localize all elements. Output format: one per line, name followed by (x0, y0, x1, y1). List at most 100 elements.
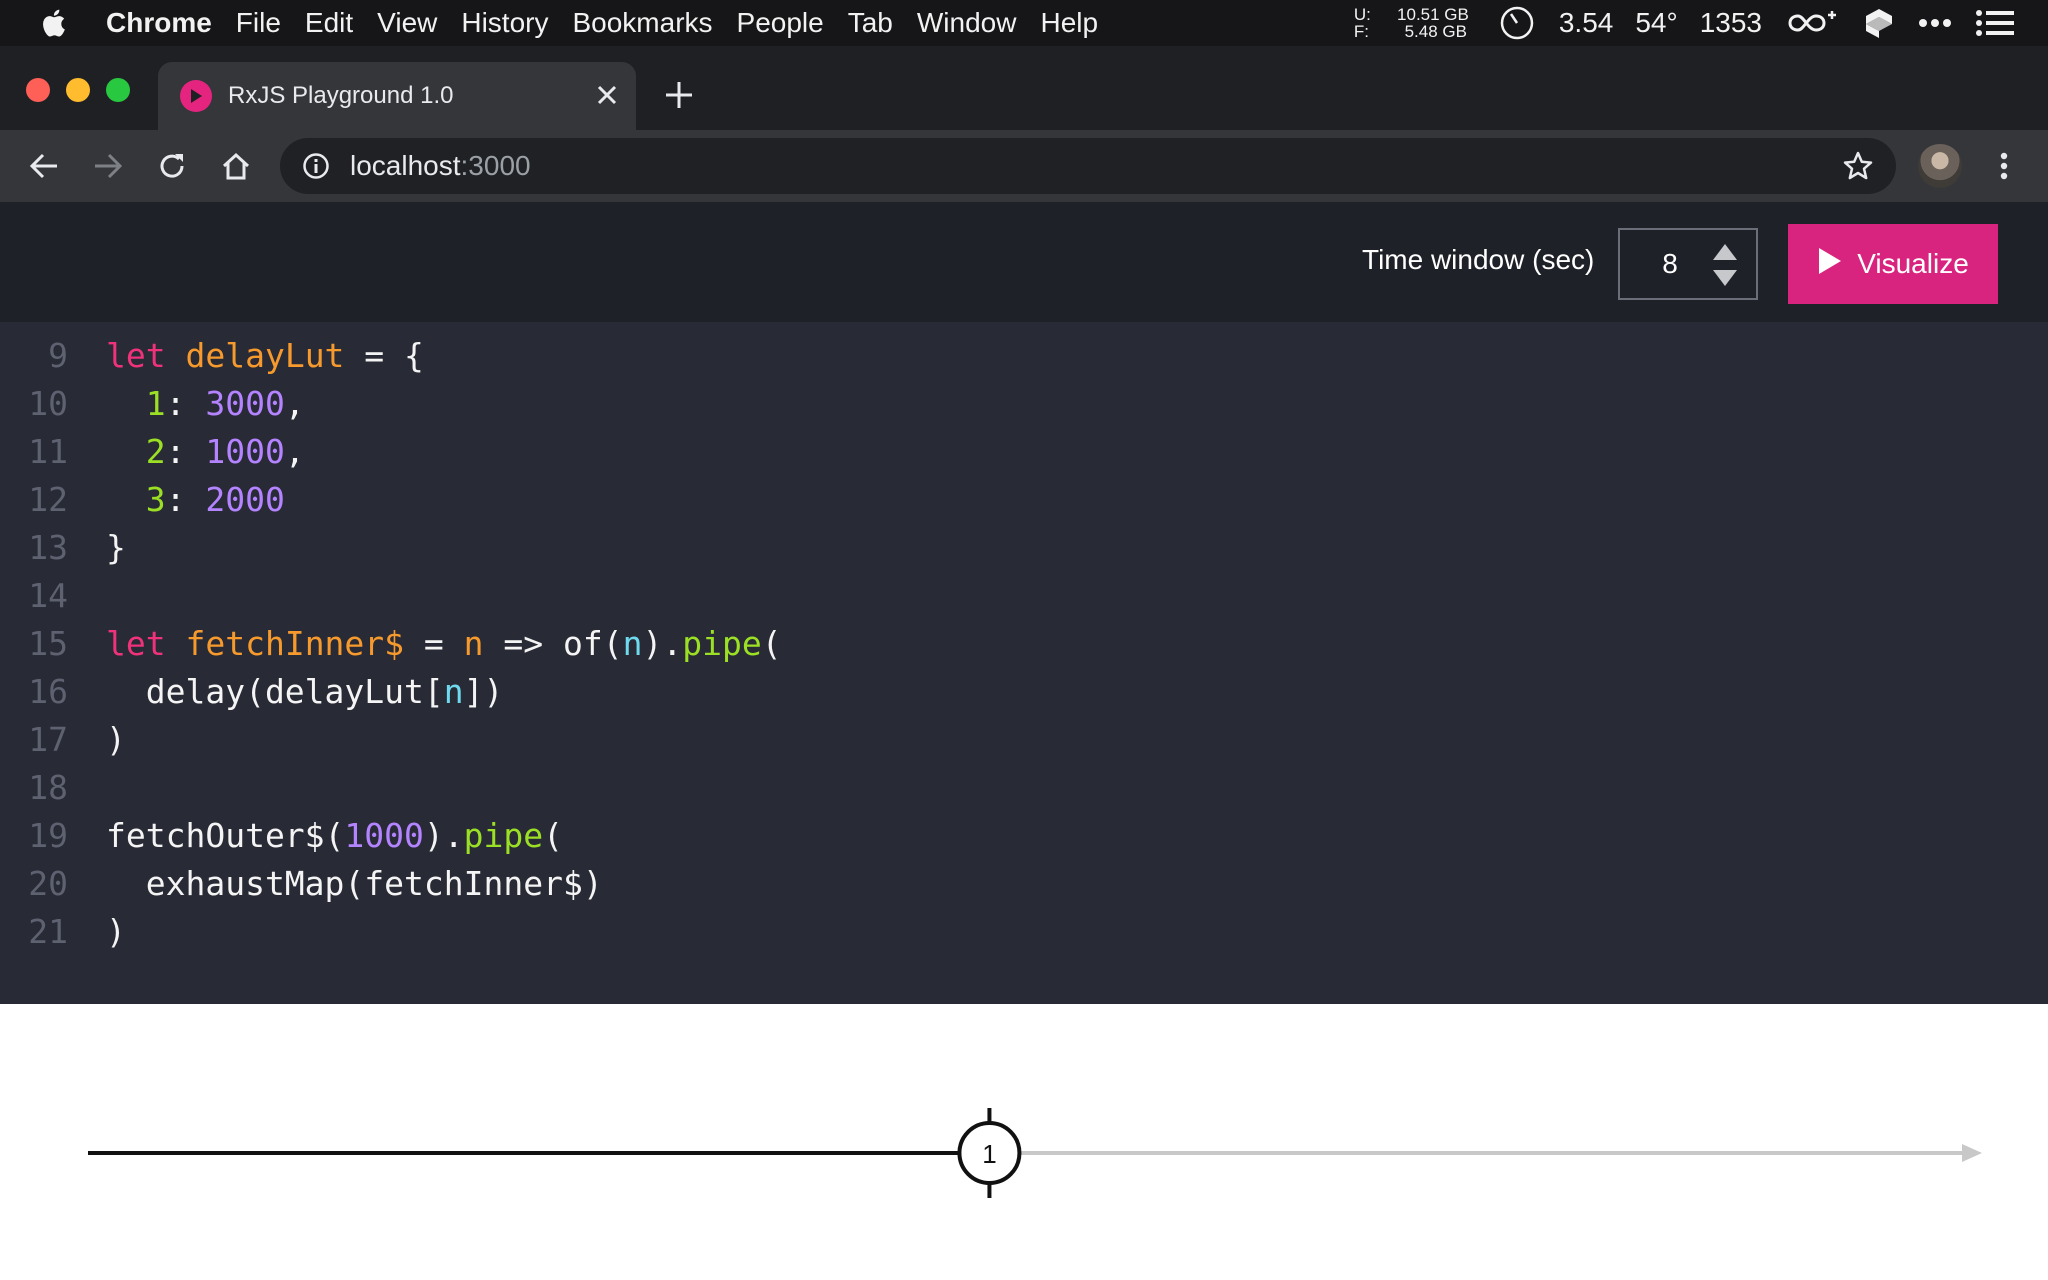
code-line[interactable]: 11 2: 1000, (0, 428, 2048, 476)
code-line[interactable]: 17) (0, 716, 2048, 764)
timeline-arrowhead-icon (1962, 1144, 1982, 1162)
code-line[interactable]: 10 1: 3000, (0, 380, 2048, 428)
code-text[interactable]: } (106, 524, 126, 572)
window-zoom-button[interactable] (106, 78, 130, 102)
code-token: ). (423, 816, 464, 855)
code-token: , (284, 432, 305, 471)
marble-diagram-svg: 1 (88, 1108, 1982, 1198)
profile-avatar[interactable] (1918, 144, 1962, 188)
play-icon (1817, 246, 1843, 283)
bookmark-star-icon[interactable] (1842, 150, 1874, 189)
menu-window[interactable]: Window (917, 0, 1017, 46)
cpu-temperature[interactable]: 54° (1635, 7, 1677, 39)
time-window-input[interactable]: 8 (1618, 228, 1758, 300)
tab-close-icon[interactable] (596, 84, 618, 113)
number-spinner-icon[interactable] (1712, 242, 1738, 295)
code-token: = (404, 624, 464, 663)
visualize-button[interactable]: Visualize (1788, 224, 1998, 304)
code-line[interactable]: 15 let fetchInner$ = n => of(n).pipe( (0, 620, 2048, 668)
site-info-icon[interactable] (302, 152, 330, 180)
memory-free-label: F: (1353, 22, 1369, 41)
memory-used-label: U: (1353, 5, 1371, 24)
status-area: U: 10.51 GB F: 5.48 GB 3.54 54° 1353 (1354, 0, 2048, 46)
time-window-value[interactable]: 8 (1620, 248, 1720, 280)
line-number: 16 (28, 672, 68, 711)
window-minimize-button[interactable] (66, 78, 90, 102)
infinity-icon[interactable] (1784, 8, 1840, 38)
code-text[interactable]: 3: 2000 (106, 476, 285, 524)
menu-view[interactable]: View (377, 0, 437, 46)
code-token: n (443, 672, 464, 711)
menu-edit[interactable]: Edit (305, 0, 353, 46)
forward-arrow-icon[interactable] (90, 148, 126, 184)
code-token: ( (761, 624, 782, 663)
line-number: 19 (28, 816, 68, 855)
code-token: ]) (463, 672, 504, 711)
chrome-menu-icon[interactable] (1986, 148, 2022, 184)
code-token: 2000 (205, 480, 285, 519)
line-number: 15 (28, 624, 68, 663)
code-text[interactable]: let fetchInner$ = n => of(n).pipe( (106, 620, 782, 668)
code-line[interactable]: 14 (0, 572, 2048, 620)
code-text[interactable]: let delayLut = { (106, 332, 424, 380)
notification-list-icon[interactable] (1976, 10, 2014, 36)
code-line[interactable]: 19 fetchOuter$(1000).pipe( (0, 812, 2048, 860)
back-arrow-icon[interactable] (26, 148, 62, 184)
line-number: 11 (28, 432, 68, 471)
reload-icon[interactable] (154, 148, 190, 184)
code-line[interactable]: 16 delay(delayLut[n]) (0, 668, 2048, 716)
line-number: 9 (48, 336, 68, 375)
fan-speed[interactable]: 1353 (1700, 7, 1762, 39)
code-line[interactable]: 21) (0, 908, 2048, 956)
line-number: 13 (28, 528, 68, 567)
tab-title: RxJS Playground 1.0 (228, 82, 454, 109)
code-text[interactable]: ) (106, 908, 126, 956)
menu-tab[interactable]: Tab (848, 0, 893, 46)
play-favicon-icon (180, 80, 212, 112)
code-text[interactable]: 1: 3000, (106, 380, 305, 428)
code-line[interactable]: 13} (0, 524, 2048, 572)
cpu-load[interactable]: 3.54 (1559, 7, 1614, 39)
memory-readout[interactable]: U: 10.51 GB F: 5.48 GB (1354, 6, 1469, 40)
code-line[interactable]: 18 (0, 764, 2048, 812)
code-token: delayLut (185, 336, 345, 375)
code-editor[interactable]: 9 let delayLut = {10 1: 3000, 11 2: 1000, 1… (0, 322, 2048, 1004)
code-token: let (106, 336, 166, 375)
emission-marble-label: 1 (982, 1139, 996, 1169)
menu-file[interactable]: File (236, 0, 281, 46)
code-text[interactable]: exhaustMap(fetchInner$) (106, 860, 603, 908)
code-line[interactable]: 9 let delayLut = { (0, 332, 2048, 380)
code-text[interactable]: ) (106, 716, 126, 764)
code-token: : (165, 384, 206, 423)
menu-bookmarks[interactable]: Bookmarks (572, 0, 712, 46)
code-token: 1 (106, 384, 166, 423)
menu-people[interactable]: People (737, 0, 824, 46)
menu-help[interactable]: Help (1040, 0, 1098, 46)
tab-rxjs-playground[interactable]: RxJS Playground 1.0 (158, 62, 636, 130)
more-dots-icon[interactable] (1918, 18, 1952, 28)
code-text[interactable]: 2: 1000, (106, 428, 305, 476)
line-number: 14 (28, 576, 68, 615)
address-bar[interactable]: localhost:3000 (280, 138, 1896, 194)
new-tab-icon[interactable] (664, 80, 694, 115)
url-host: localhost (350, 150, 461, 181)
clock-icon[interactable] (1499, 5, 1535, 41)
window-close-button[interactable] (26, 78, 50, 102)
code-token: n (622, 624, 643, 663)
code-token: fetchOuter$( (106, 816, 345, 855)
code-token: ). (642, 624, 683, 663)
home-icon[interactable] (218, 148, 254, 184)
code-token: 1000 (344, 816, 424, 855)
line-number: 17 (28, 720, 68, 759)
menu-history[interactable]: History (461, 0, 548, 46)
menu-app-name[interactable]: Chrome (106, 0, 212, 46)
apple-icon[interactable] (40, 8, 86, 38)
code-text[interactable]: delay(delayLut[n]) (106, 668, 504, 716)
code-token: fetchInner$ (185, 624, 405, 663)
macos-menu-bar: Chrome File Edit View History Bookmarks … (0, 0, 2048, 46)
cube-icon[interactable] (1864, 7, 1894, 39)
code-text[interactable]: fetchOuter$(1000).pipe( (106, 812, 563, 860)
code-line[interactable]: 20 exhaustMap(fetchInner$) (0, 860, 2048, 908)
code-line[interactable]: 12 3: 2000 (0, 476, 2048, 524)
